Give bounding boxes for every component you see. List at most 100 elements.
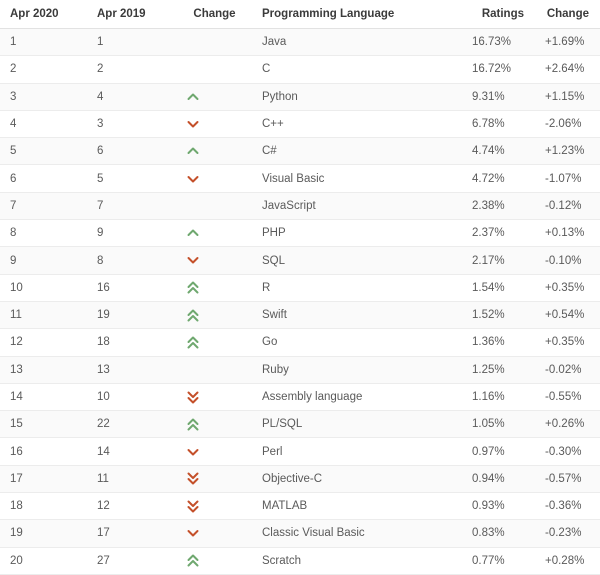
cell-rank-current: 11 (0, 301, 87, 330)
cell-change-delta: +0.35% (535, 274, 600, 302)
chevron-double-up-icon (187, 418, 199, 431)
cell-programming-language[interactable]: Ruby (252, 356, 462, 384)
table-header: Apr 2020 Apr 2019 Change Programming Lan… (0, 0, 600, 29)
cell-rank-current: 14 (0, 383, 87, 412)
cell-programming-language[interactable]: PHP (252, 219, 462, 248)
table-row[interactable]: 5 6 C# 4.74% +1.23% (0, 137, 600, 166)
cell-change-indicator (177, 164, 252, 193)
table-row[interactable]: 15 22 PL/SQL 1.05% +0.26% (0, 410, 600, 439)
table-row[interactable]: 12 18 Go 1.36% +0.35% (0, 328, 600, 357)
cell-change-delta: +0.54% (535, 301, 600, 330)
chevron-double-down-icon (187, 391, 199, 404)
table-row[interactable]: 7 7 JavaScript 2.38% -0.12% (0, 192, 600, 221)
cell-ratings: 2.17% (462, 246, 535, 275)
cell-programming-language[interactable]: C++ (252, 110, 462, 139)
cell-rank-current: 3 (0, 83, 87, 111)
cell-rank-previous: 17 (87, 519, 177, 548)
cell-rank-previous: 10 (87, 383, 177, 412)
cell-change-indicator (177, 410, 252, 439)
cell-ratings: 4.74% (462, 137, 535, 166)
chevron-double-up-icon (187, 336, 199, 349)
table-row[interactable]: 14 10 Assembly language 1.16% -0.55% (0, 383, 600, 412)
cell-rank-previous: 7 (87, 192, 177, 221)
cell-change-delta: -2.06% (535, 110, 600, 139)
cell-rank-previous: 2 (87, 55, 177, 84)
cell-programming-language[interactable]: MATLAB (252, 492, 462, 521)
cell-programming-language[interactable]: Visual Basic (252, 164, 462, 193)
table-row[interactable]: 13 13 Ruby 1.25% -0.02% (0, 356, 600, 384)
cell-rank-current: 8 (0, 219, 87, 248)
cell-rank-previous: 6 (87, 137, 177, 166)
column-header-change-indicator[interactable]: Change (177, 0, 252, 29)
column-header-rank-current[interactable]: Apr 2020 (0, 0, 87, 29)
cell-rank-current: 17 (0, 465, 87, 494)
cell-rank-previous: 8 (87, 246, 177, 275)
cell-programming-language[interactable]: Perl (252, 437, 462, 466)
table-row[interactable]: 2 2 C 16.72% +2.64% (0, 55, 600, 84)
cell-programming-language[interactable]: Python (252, 83, 462, 111)
cell-rank-current: 20 (0, 547, 87, 575)
cell-change-indicator (177, 55, 252, 84)
cell-programming-language[interactable]: C (252, 55, 462, 84)
cell-change-delta: -0.36% (535, 492, 600, 521)
cell-programming-language[interactable]: Java (252, 28, 462, 57)
column-header-change-delta[interactable]: Change (535, 0, 600, 29)
table-row[interactable]: 19 17 Classic Visual Basic 0.83% -0.23% (0, 519, 600, 548)
cell-programming-language[interactable]: Assembly language (252, 383, 462, 412)
cell-ratings: 2.38% (462, 192, 535, 221)
cell-change-indicator (177, 192, 252, 221)
cell-change-delta: +0.28% (535, 547, 600, 575)
table-row[interactable]: 17 11 Objective-C 0.94% -0.57% (0, 465, 600, 494)
column-header-rank-previous[interactable]: Apr 2019 (87, 0, 177, 29)
cell-change-delta: -0.10% (535, 246, 600, 275)
table-row[interactable]: 9 8 SQL 2.17% -0.10% (0, 246, 600, 275)
cell-ratings: 1.54% (462, 274, 535, 302)
column-header-ratings[interactable]: Ratings (462, 0, 535, 29)
cell-ratings: 0.97% (462, 437, 535, 466)
cell-change-delta: -0.23% (535, 519, 600, 548)
cell-rank-current: 6 (0, 164, 87, 193)
cell-programming-language[interactable]: SQL (252, 246, 462, 275)
cell-rank-previous: 11 (87, 465, 177, 494)
cell-ratings: 6.78% (462, 110, 535, 139)
cell-programming-language[interactable]: JavaScript (252, 192, 462, 221)
cell-rank-previous: 16 (87, 274, 177, 302)
table-row[interactable]: 8 9 PHP 2.37% +0.13% (0, 219, 600, 248)
cell-programming-language[interactable]: C# (252, 137, 462, 166)
cell-programming-language[interactable]: Swift (252, 301, 462, 330)
chevron-down-icon (187, 529, 199, 537)
cell-change-delta: +1.23% (535, 137, 600, 166)
cell-programming-language[interactable]: Classic Visual Basic (252, 519, 462, 548)
cell-programming-language[interactable]: Objective-C (252, 465, 462, 494)
cell-rank-previous: 1 (87, 28, 177, 57)
cell-rank-previous: 18 (87, 328, 177, 357)
cell-rank-current: 16 (0, 437, 87, 466)
table-row[interactable]: 18 12 MATLAB 0.93% -0.36% (0, 492, 600, 521)
cell-change-delta: -1.07% (535, 164, 600, 193)
table-row[interactable]: 4 3 C++ 6.78% -2.06% (0, 110, 600, 139)
table-row[interactable]: 10 16 R 1.54% +0.35% (0, 274, 600, 302)
cell-ratings: 1.16% (462, 383, 535, 412)
table-row[interactable]: 11 19 Swift 1.52% +0.54% (0, 301, 600, 330)
table-body: 1 1 Java 16.73% +1.69% 2 2 C 16.72% +2.64% 3 4 Pytho… (0, 28, 600, 575)
cell-change-delta: -0.57% (535, 465, 600, 494)
column-header-programming-language[interactable]: Programming Language (252, 0, 462, 29)
cell-programming-language[interactable]: R (252, 274, 462, 302)
table-row[interactable]: 20 27 Scratch 0.77% +0.28% (0, 547, 600, 575)
chevron-up-icon (187, 229, 199, 237)
cell-change-delta: -0.02% (535, 356, 600, 384)
cell-rank-previous: 22 (87, 410, 177, 439)
cell-change-indicator (177, 492, 252, 521)
cell-programming-language[interactable]: Scratch (252, 547, 462, 575)
table-row[interactable]: 6 5 Visual Basic 4.72% -1.07% (0, 164, 600, 193)
table-row[interactable]: 1 1 Java 16.73% +1.69% (0, 28, 600, 57)
chevron-down-icon (187, 175, 199, 183)
chevron-double-down-icon (187, 472, 199, 485)
cell-programming-language[interactable]: Go (252, 328, 462, 357)
cell-programming-language[interactable]: PL/SQL (252, 410, 462, 439)
cell-change-indicator (177, 28, 252, 57)
table-row[interactable]: 3 4 Python 9.31% +1.15% (0, 83, 600, 111)
cell-ratings: 4.72% (462, 164, 535, 193)
cell-rank-current: 4 (0, 110, 87, 139)
table-row[interactable]: 16 14 Perl 0.97% -0.30% (0, 437, 600, 466)
